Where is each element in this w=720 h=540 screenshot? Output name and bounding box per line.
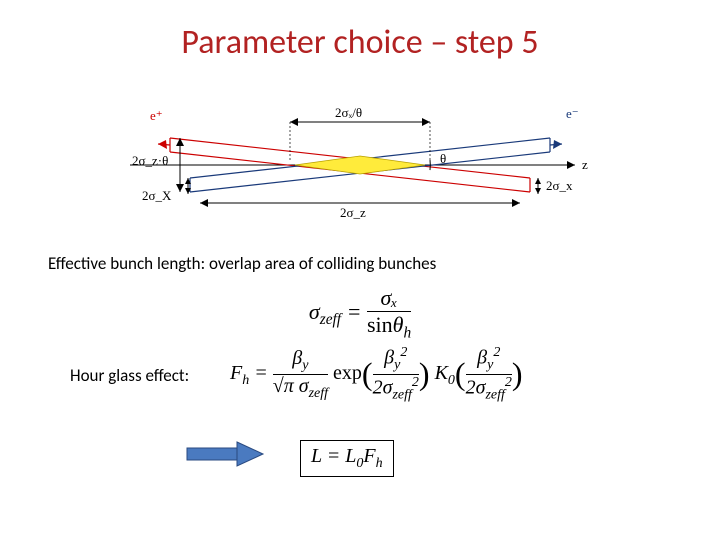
z-axis-label: z [582, 157, 588, 172]
slide-title: Parameter choice – step 5 [0, 22, 720, 63]
top-width-label: 2σₓ/θ [335, 105, 362, 120]
luminosity-formula: L = L0Fh [300, 440, 394, 477]
implies-arrow [185, 440, 265, 473]
left-bottom-label: 2σ_X [142, 188, 172, 203]
positron-label: e⁺ [150, 108, 163, 123]
sigma-zeff-formula: σzeff = σₓ sinθh [0, 285, 720, 342]
right-height-label: 2σ_x [546, 178, 573, 193]
electron-label: e⁻ [566, 106, 579, 121]
left-height-label: 2σ_z·θ [132, 153, 168, 168]
effective-bunch-caption: Effective bunch length: overlap area of … [48, 253, 436, 274]
right-height-arrow [535, 178, 541, 194]
bottom-width-label: 2σ_z [340, 205, 366, 220]
angle-label: θ [440, 151, 446, 166]
hourglass-formula: Fh = βy √π σzeff exp( βy2 2σzeff2 ) K0( … [230, 345, 523, 403]
overlap-region [295, 156, 425, 174]
hourglass-caption: Hour glass effect: [70, 365, 189, 386]
crossing-angle-diagram: z e⁺ e⁻ θ 2σₓ/θ 2σ_z [130, 100, 590, 230]
